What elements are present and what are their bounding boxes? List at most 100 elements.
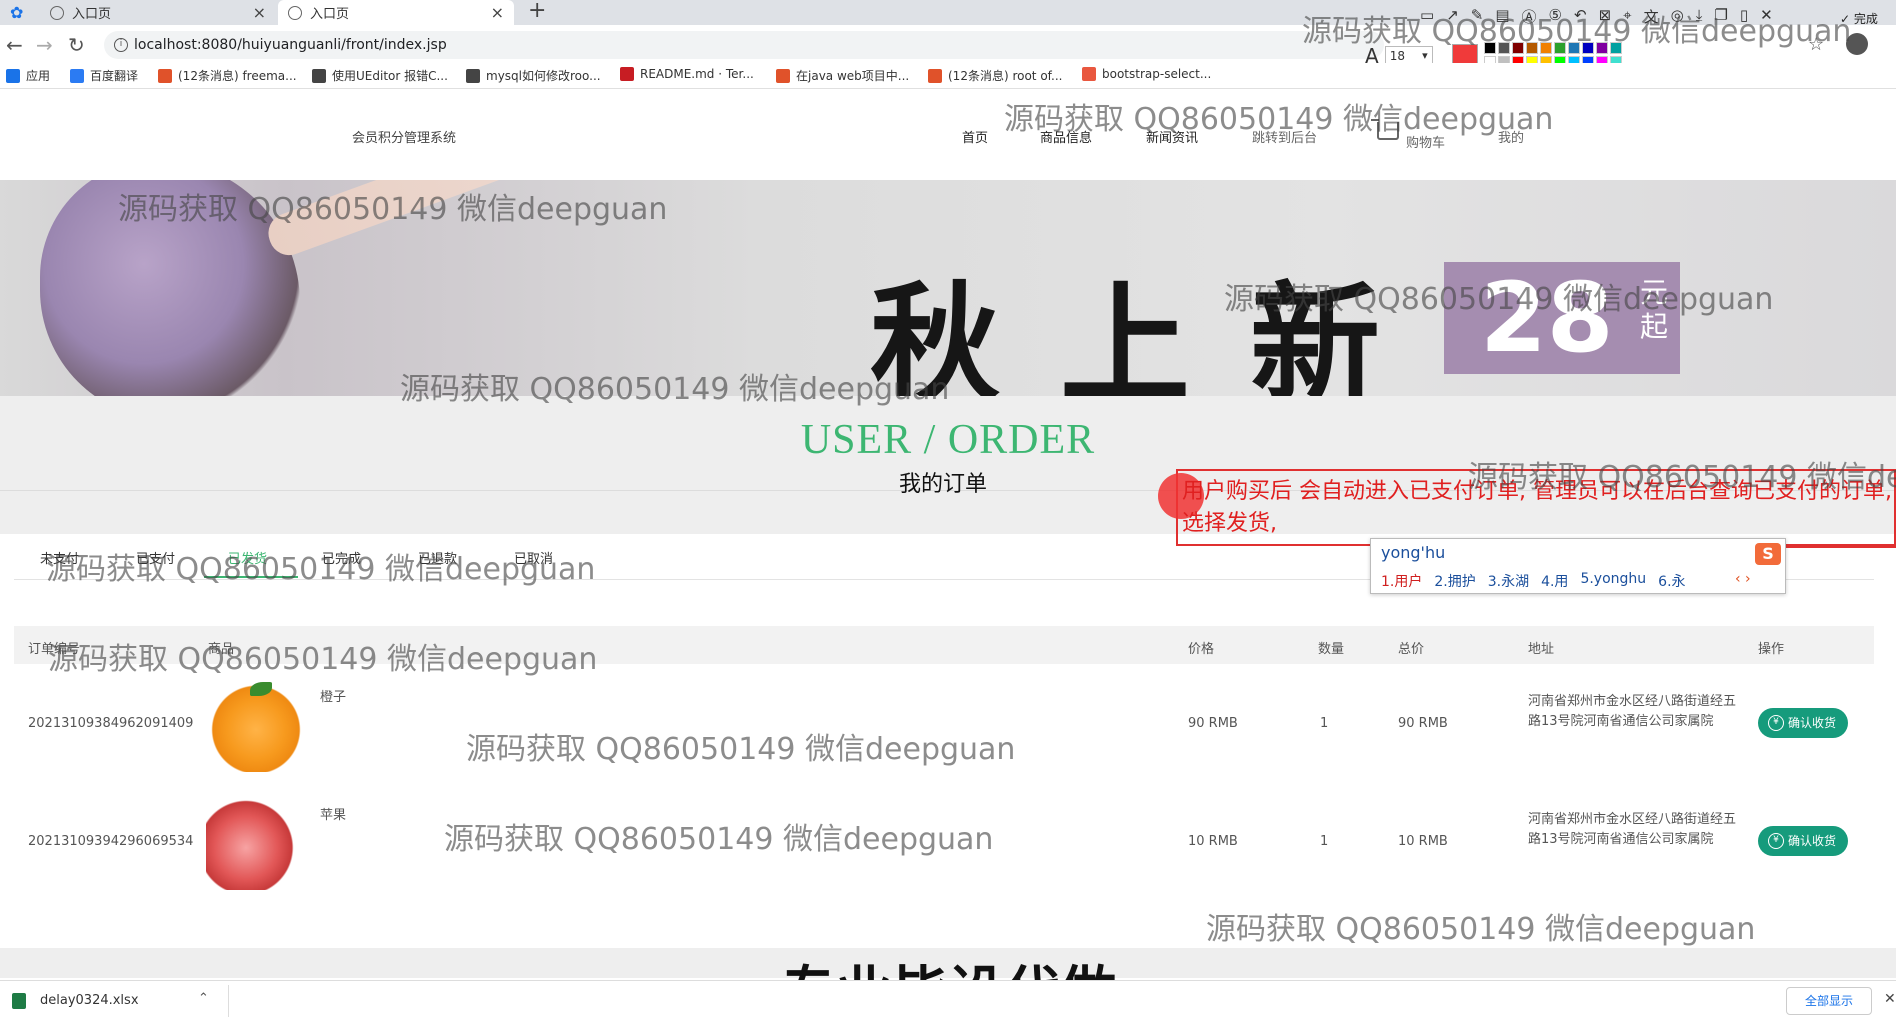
back-icon[interactable]: ← xyxy=(6,33,23,57)
col-qty: 数量 xyxy=(1318,642,1345,657)
jianshu-icon xyxy=(1082,67,1096,81)
quantity: 1 xyxy=(1320,834,1329,849)
watermark: 源码获取 QQ86050149 微信deepguan xyxy=(46,552,596,587)
ime-page-arrows[interactable]: ‹ › xyxy=(1735,571,1751,587)
confirm-receipt-label: 确认收货 xyxy=(1788,716,1837,730)
translate-icon xyxy=(70,68,84,83)
bookmark-item[interactable]: README.md · Ter... xyxy=(620,67,754,81)
bookmark-item[interactable]: 使用UEditor 报错C... xyxy=(312,67,448,84)
col-address: 地址 xyxy=(1528,642,1555,657)
downloads-bar: delay0324.xlsx ⌃ 全部显示 ✕ xyxy=(0,980,1896,1020)
bookmark-item[interactable]: (12条消息) root of... xyxy=(928,67,1062,84)
yen-icon: ¥ xyxy=(1768,715,1784,731)
bookmark-label: (12条消息) freema... xyxy=(178,69,297,83)
product-image-orange xyxy=(206,678,306,772)
product-name[interactable]: 橙子 xyxy=(320,686,346,705)
info-icon[interactable]: i xyxy=(114,38,128,52)
watermark: 源码获取 QQ86050149 微信deepguan xyxy=(1004,102,1554,137)
annotation-line xyxy=(1786,546,1896,548)
price: 10 RMB xyxy=(1188,834,1238,849)
ime-composition: yong'hu xyxy=(1381,543,1446,562)
close-tab-icon[interactable]: × xyxy=(491,3,504,22)
ime-candidate-window: yong'hu S 1.用户 2.拥护 3.永湖 4.用 5.yonghu 6.永 ‹ › xyxy=(1370,538,1786,594)
nav-home[interactable]: 首页 xyxy=(962,127,988,146)
bookmark-label: 应用 xyxy=(26,69,51,83)
excel-file-icon xyxy=(12,993,26,1009)
bookmark-item[interactable]: 百度翻译 xyxy=(70,67,138,84)
order-number: 20213109384962091409 xyxy=(28,716,194,731)
forward-icon[interactable]: → xyxy=(36,33,53,57)
confirm-receipt-button[interactable]: ¥ 确认收货 xyxy=(1758,708,1848,738)
ime-candidate-list: 1.用户 2.拥护 3.永湖 4.用 5.yonghu 6.永 xyxy=(1381,571,1686,591)
globe-icon xyxy=(50,5,64,20)
bookmark-item[interactable]: 在java web项目中... xyxy=(776,67,909,84)
sogou-ime-logo-icon: S xyxy=(1755,543,1781,565)
watermark: 源码获取 QQ86050149 微信deepguan xyxy=(118,192,668,227)
col-total: 总价 xyxy=(1398,642,1425,657)
site-header: 会员积分管理系统 首页 商品信息 新闻资讯 跳转到后台 购物车 我的 xyxy=(0,89,1896,180)
browser-logo-icon[interactable]: ✿ xyxy=(10,3,28,22)
show-all-downloads-button[interactable]: 全部显示 xyxy=(1786,987,1872,1015)
url-text: localhost:8080/huiyuanguanli/front/index… xyxy=(134,37,447,53)
col-action: 操作 xyxy=(1758,642,1785,657)
watermark: 源码获取 QQ86050149 微信deepguan xyxy=(444,822,994,857)
new-tab-button[interactable]: + xyxy=(528,0,546,23)
ime-candidate[interactable]: 3.永湖 xyxy=(1488,571,1529,591)
download-filename[interactable]: delay0324.xlsx xyxy=(40,993,139,1008)
watermark: 源码获取 QQ86050149 微信deepguan xyxy=(48,642,598,677)
quantity: 1 xyxy=(1320,716,1329,731)
watermark: 源码获取 QQ86050149 微信deepguan xyxy=(400,372,950,407)
chevron-up-icon[interactable]: ⌃ xyxy=(198,991,209,1006)
address: 河南省郑州市金水区经八路街道经五路13号院河南省通信公司家属院 xyxy=(1528,812,1737,847)
ime-candidate[interactable]: 6.永 xyxy=(1658,571,1685,591)
confirm-receipt-button[interactable]: ¥ 确认收货 xyxy=(1758,826,1848,856)
confirm-receipt-label: 确认收货 xyxy=(1788,834,1837,848)
bookmark-item[interactable]: 应用 xyxy=(6,67,50,84)
bookmarks-bar: 应用 百度翻译 (12条消息) freema... 使用UEditor 报错C... m… xyxy=(0,63,1896,89)
tab-title: 入口页 xyxy=(310,7,350,22)
ime-candidate[interactable]: 4.用 xyxy=(1541,571,1568,591)
site-title: 会员积分管理系统 xyxy=(352,131,457,146)
order-number: 20213109394296069534 xyxy=(28,834,194,849)
bookmark-item[interactable]: (12条消息) freema... xyxy=(158,67,297,84)
product-image-apple xyxy=(206,796,306,890)
bookmark-item[interactable]: mysql如何修改roo... xyxy=(466,67,601,84)
bookmark-icon xyxy=(466,68,480,83)
bookmark-label: 在java web项目中... xyxy=(796,69,910,83)
bookmark-label: README.md · Ter... xyxy=(640,67,754,81)
close-tab-icon[interactable]: × xyxy=(253,3,266,22)
csdn-icon xyxy=(928,68,942,83)
bookmark-label: bootstrap-select... xyxy=(1102,67,1212,81)
address: 河南省郑州市金水区经八路街道经五路13号院河南省通信公司家属院 xyxy=(1528,694,1737,729)
ime-candidate[interactable]: 1.用户 xyxy=(1381,571,1422,591)
csdn-icon xyxy=(776,68,790,83)
price: 90 RMB xyxy=(1188,716,1238,731)
watermark: 源码获取 QQ86050149 微信deepguan xyxy=(1206,912,1756,947)
csdn-icon xyxy=(158,68,172,83)
col-price: 价格 xyxy=(1188,642,1215,657)
bookmark-label: 百度翻译 xyxy=(90,69,139,83)
watermark: 源码获取 QQ86050149 微信deepguan xyxy=(1224,282,1774,317)
bookmark-label: 使用UEditor 报错C... xyxy=(332,69,448,83)
yen-icon: ¥ xyxy=(1768,833,1784,849)
browser-tab-active[interactable]: 入口页 × xyxy=(278,0,514,25)
bookmark-icon xyxy=(312,68,326,83)
watermark: 源码获取 QQ86050149 微信deepguan xyxy=(1468,460,1896,495)
apps-grid-icon xyxy=(6,68,20,83)
bookmark-item[interactable]: bootstrap-select... xyxy=(1082,67,1211,81)
gitee-icon xyxy=(620,67,634,81)
product-name[interactable]: 苹果 xyxy=(320,804,346,823)
ime-candidate[interactable]: 2.拥护 xyxy=(1434,571,1475,591)
globe-icon xyxy=(288,5,302,20)
url-field[interactable]: i localhost:8080/huiyuanguanli/front/ind… xyxy=(104,31,1384,59)
watermark: 源码获取 QQ86050149 微信deepguan xyxy=(1302,14,1852,49)
ime-candidate[interactable]: 5.yonghu xyxy=(1580,571,1646,591)
bookmark-label: (12条消息) root of... xyxy=(948,69,1063,83)
watermark: 源码获取 QQ86050149 微信deepguan xyxy=(466,732,1016,767)
reload-icon[interactable]: ↻ xyxy=(68,33,85,57)
bookmark-label: mysql如何修改roo... xyxy=(486,69,601,83)
total: 90 RMB xyxy=(1398,716,1448,731)
browser-tab[interactable]: 入口页 × xyxy=(40,0,276,25)
close-downloads-icon[interactable]: ✕ xyxy=(1884,991,1896,1007)
divider xyxy=(228,985,229,1017)
